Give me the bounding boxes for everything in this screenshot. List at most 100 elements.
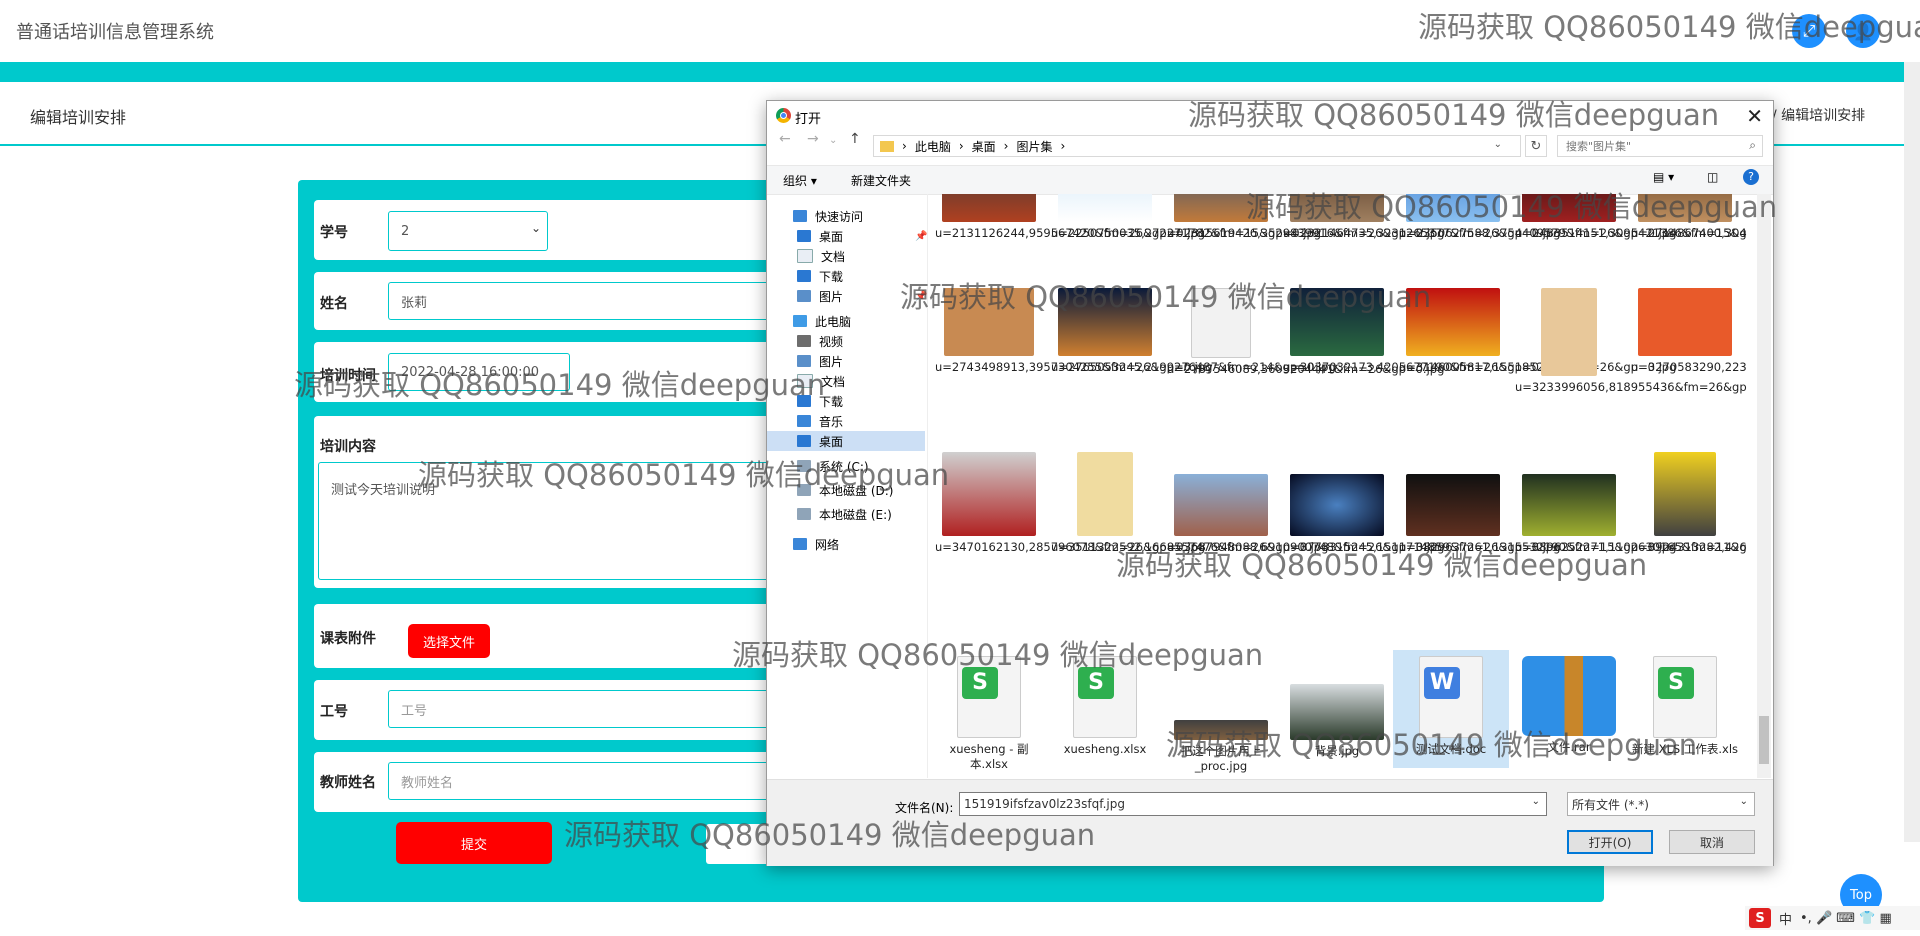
file-name: 文件.rar	[1547, 740, 1591, 754]
file-list-scrollbar[interactable]	[1757, 194, 1771, 778]
file-name: 背景.jpg	[1314, 744, 1360, 758]
chevron-down-icon[interactable]: ⌄	[1494, 139, 1502, 150]
forward-icon[interactable]: →	[807, 131, 819, 147]
nav-music[interactable]: 音乐	[797, 411, 843, 431]
nav-desktop-2[interactable]: 桌面	[767, 431, 925, 451]
sogou-icon: S	[1749, 908, 1771, 928]
filetype-select[interactable]: 所有文件 (*.*) ⌄	[1567, 792, 1755, 816]
file-item[interactable]: u=3896252271,1102630165&fm=11&gp=0.jpg	[1515, 452, 1747, 555]
file-item[interactable]: u=3470162130,285796078&fm=26&gp=0.jpg	[935, 452, 1205, 555]
file-item[interactable]: 文件.rar	[1515, 656, 1623, 755]
student-id-select[interactable]: 2 ⌄	[388, 211, 548, 251]
image-thumbnail	[1191, 288, 1251, 358]
content-textarea[interactable]: 测试今天培训说明	[318, 462, 784, 580]
nav-network[interactable]: 网络	[793, 534, 839, 554]
file-item[interactable]: Sxuesheng - 副本.xlsx	[935, 656, 1043, 772]
cancel-button[interactable]: 取消	[1669, 830, 1755, 854]
choose-file-button[interactable]: 选择文件	[408, 624, 490, 658]
file-item[interactable]: u=2315619426,3529839916&fm=26&gp=0.jpg	[1167, 194, 1444, 241]
view-options-icon[interactable]: ▤ ▾	[1653, 170, 1674, 184]
name-field[interactable]: 张莉	[388, 282, 784, 320]
ime-toolbar[interactable]: S 中 •, 🎤 ⌨ 👕 ▦	[1745, 906, 1920, 930]
train-time-field[interactable]: 2022-04-28 16:00:00	[388, 353, 570, 391]
scrollbar-thumb[interactable]	[1759, 716, 1769, 764]
file-item[interactable]: u=3037032173,4205677190&fm=26&gp=0.jpg	[1283, 288, 1560, 375]
nav-desktop[interactable]: 桌面 📌	[797, 226, 927, 246]
path-segment[interactable]: 桌面	[972, 138, 996, 155]
nav-documents-2[interactable]: 文档	[797, 371, 845, 391]
submit-button[interactable]: 提交	[396, 822, 552, 864]
fullscreen-icon[interactable]: ⤢	[1792, 14, 1826, 48]
file-item[interactable]: Sxuesheng.xlsx	[1051, 656, 1159, 757]
nav-label: 视频	[819, 334, 844, 349]
staff-id-field[interactable]: 工号	[388, 690, 784, 728]
file-item[interactable]: u=3773315245,1511714859&fm=26&gp=0.jpg	[1283, 452, 1560, 555]
file-item[interactable]: S 新建 XLS 工作表.xls	[1631, 656, 1739, 757]
image-thumbnail	[1541, 288, 1597, 376]
file-item[interactable]: u=2131126244,959567420&fm=26&gp=0.jpg	[935, 194, 1205, 241]
back-icon[interactable]: ←	[779, 131, 791, 147]
file-item[interactable]: u=2787546089,3603204441&fm=26&gp=0.jpg	[1167, 288, 1444, 377]
ime-tools[interactable]: •, 🎤 ⌨ 👕 ▦	[1800, 911, 1892, 926]
chevron-down-icon[interactable]: ⌄	[1532, 796, 1540, 807]
nav-downloads-2[interactable]: 下载	[797, 391, 843, 411]
new-folder-button[interactable]: 新建文件夹	[851, 172, 911, 189]
file-item[interactable]: u=3233996056,818955436&fm=26&gp=0.jpg	[1515, 288, 1747, 395]
address-bar[interactable]: › 此电脑 › 桌面 › 图片集 › ⌄	[873, 135, 1521, 157]
preview-pane-icon[interactable]: ◫	[1707, 170, 1718, 184]
open-button[interactable]: 打开(O)	[1567, 830, 1653, 854]
file-item[interactable]: u=2250750035,272271782&fm=15&gp=0.jpg	[1051, 194, 1321, 241]
organize-menu[interactable]: 组织 ▾	[783, 172, 817, 189]
nav-documents[interactable]: 文档	[797, 246, 845, 266]
teacher-name-field[interactable]: 教师姓名	[388, 762, 784, 800]
file-item[interactable]: 背景.jpg	[1283, 656, 1391, 759]
file-item[interactable]: u=2321464735,3231265377&fm=26&gp=0.jpg	[1283, 194, 1560, 241]
up-icon[interactable]: ↑	[849, 131, 861, 147]
recent-dropdown-icon[interactable]: ⌄	[829, 135, 837, 146]
file-item[interactable]: W 测试文档.doc	[1393, 650, 1509, 768]
ime-language[interactable]: 中	[1779, 909, 1792, 928]
file-item[interactable]: u=2765053245,2199276487&fm=214&gp=0.jpg	[1051, 288, 1336, 375]
music-icon	[797, 415, 811, 427]
nav-downloads[interactable]: 下载	[797, 266, 843, 286]
image-thumbnail	[1638, 194, 1732, 222]
path-segment[interactable]: 此电脑	[915, 138, 951, 155]
nav-drive-d[interactable]: 本地磁盘 (D:)	[797, 480, 893, 500]
file-item[interactable]: u=3924313282,42697065&fm=26&gp=0.jpg	[1631, 452, 1747, 555]
file-item[interactable]: u=3687948088,6910900748&fm=26&gp=0.jpg	[1167, 452, 1444, 555]
nav-videos[interactable]: 视频	[797, 331, 843, 351]
filename-input[interactable]: 151919ifsfzav0lz23sfqf.jpg ⌄	[959, 792, 1547, 816]
search-input[interactable]: 搜索"图片集" ⌕	[1557, 135, 1763, 157]
nav-drive-c[interactable]: 系统 (C:)	[797, 456, 869, 476]
file-item[interactable]: 把这个图片用上_proc.jpg	[1167, 656, 1275, 774]
nav-pictures-2[interactable]: 图片	[797, 351, 843, 371]
refresh-icon[interactable]: ↻	[1525, 135, 1547, 157]
image-thumbnail	[1290, 194, 1384, 222]
file-item[interactable]: u=2350627588,3754409579&fm=26&gp=0.jpg	[1399, 194, 1676, 241]
nav-quick-access[interactable]: 快速访问	[793, 206, 863, 226]
file-item[interactable]: u=3146005817,1551852664&fm=26&gp=0.jpg	[1399, 288, 1676, 375]
file-item[interactable]: u=3511322592,1668557476&fm=26&gp=0.jpg	[1051, 452, 1328, 555]
file-name: u=3924313282,42697065&fm=26&gp=0.jpg	[1631, 540, 1747, 554]
file-item[interactable]: u=3829637261,1315532190&fm=15&gp=0.jpg	[1399, 452, 1676, 555]
file-item[interactable]: u=2743498913,3957304255&fm=26&gp=0.jpg	[935, 288, 1212, 375]
app-title: 普通话培训信息管理系统	[16, 22, 214, 43]
student-id-row	[314, 200, 784, 260]
image-thumbnail	[1290, 288, 1384, 356]
nav-pictures[interactable]: 图片 📌	[797, 286, 927, 306]
desktop-icon	[797, 230, 811, 242]
path-segment[interactable]: 图片集	[1016, 138, 1052, 155]
close-icon[interactable]: ✕	[1746, 104, 1763, 128]
help-icon[interactable]: ?	[1743, 169, 1759, 185]
page-scrollbar[interactable]	[1904, 62, 1920, 842]
file-item[interactable]: u=3270583290,2234983080&fm=26&gp=0.jpg	[1631, 288, 1747, 375]
file-item[interactable]: u=2483514151,3095421386&fm=15&gp=0.jpg	[1515, 194, 1747, 241]
command-bar: 组织 ▾ 新建文件夹 ▤ ▾ ◫ ?	[767, 165, 1773, 195]
file-item[interactable]: u=2714867400,3049018064&fm=26&gp=0.jpg	[1631, 194, 1747, 241]
file-open-dialog: 打开 ✕ ← → ⌄ ↑ › 此电脑 › 桌面 › 图片集 › ⌄ ↻ 搜索"图…	[766, 100, 1774, 866]
staff-id-label: 工号	[320, 704, 348, 720]
nav-drive-e[interactable]: 本地磁盘 (E:)	[797, 504, 892, 524]
user-icon[interactable]: 👤	[1846, 14, 1880, 48]
nav-this-pc[interactable]: 此电脑	[793, 311, 851, 331]
file-name: xuesheng - 副本.xlsx	[949, 742, 1029, 771]
